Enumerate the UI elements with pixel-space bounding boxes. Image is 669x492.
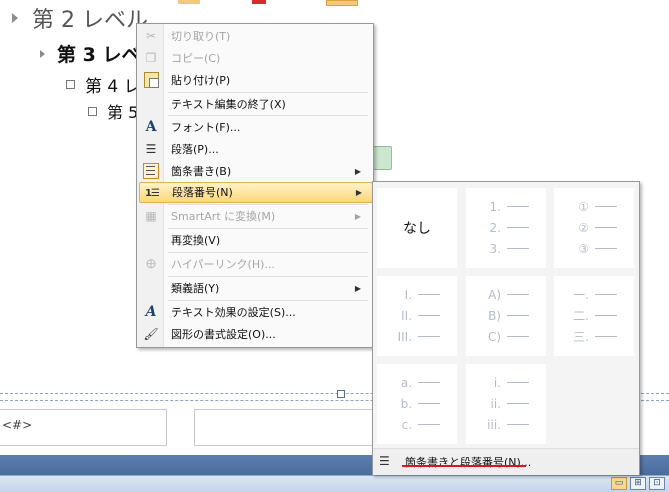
bullets-icon <box>142 162 160 180</box>
menu-separator <box>168 115 368 116</box>
menu-separator <box>168 300 368 301</box>
numbering-option-kanji[interactable]: 一. 二. 三. <box>554 276 634 356</box>
paragraph-icon: ☰ <box>145 141 157 156</box>
menu-item-reconvert[interactable]: 再変換(V) <box>139 230 371 251</box>
menu-item-paste[interactable]: 貼り付け(P) <box>139 70 371 91</box>
numbering-option-upper-alpha-paren[interactable]: A) B) C) <box>466 276 546 356</box>
menu-item-hyperlink[interactable]: 🜨 ハイパーリンク(H)... <box>139 254 371 275</box>
outline-level-3[interactable]: 第 3 レベ <box>40 40 140 67</box>
ribbon-fragment <box>252 0 266 4</box>
menu-separator <box>168 228 368 229</box>
normal-view-button[interactable]: ▭ <box>611 477 627 490</box>
bullet-triangle-icon <box>40 49 45 58</box>
numbering-option-arabic[interactable]: 1. 2. 3. <box>466 188 546 268</box>
menu-item-numbering[interactable]: 1☰ 段落番号(N) ▶ <box>139 182 373 203</box>
font-icon: A <box>145 118 157 135</box>
submenu-arrow-icon: ▶ <box>355 188 362 197</box>
ribbon-fragment <box>178 0 200 4</box>
outline-level-5-text: 第 5 <box>107 103 139 122</box>
submenu-arrow-icon: ▶ <box>354 212 361 221</box>
menu-item-paragraph[interactable]: ☰ 段落(P)... <box>139 139 371 160</box>
bullet-square-icon <box>88 106 97 116</box>
shape-format-icon: 🖌 <box>143 326 159 341</box>
numbering-option-lower-alpha[interactable]: a. b. c. <box>377 364 457 444</box>
text-effects-icon: A <box>145 303 157 320</box>
outline-level-4[interactable]: 第 4 レ <box>66 72 141 97</box>
outline-level-3-text: 第 3 レベ <box>57 44 141 66</box>
outline-level-2-text: 第 2 レベル <box>32 8 148 33</box>
slide-sorter-button[interactable]: ⊞ <box>630 477 646 490</box>
menu-item-copy[interactable]: ❐ コピー(C) <box>139 48 371 69</box>
paste-icon <box>142 71 160 89</box>
context-menu: ✂ 切り取り(T) ❐ コピー(C) 貼り付け(P) テキスト編集の終了(X) … <box>136 23 374 348</box>
annotation-underline <box>402 465 526 467</box>
smartart-hint-icon <box>372 146 392 170</box>
menu-item-text-effects[interactable]: A テキスト効果の設定(S)... <box>139 302 371 323</box>
scissors-icon: ✂ <box>145 28 157 43</box>
bullet-square-icon <box>66 80 75 89</box>
outline-level-2[interactable]: 第 2 レベル <box>12 2 148 34</box>
menu-item-cut[interactable]: ✂ 切り取り(T) <box>139 26 371 47</box>
menu-separator <box>168 276 368 277</box>
numbering-option-circled[interactable]: ① ② ③ <box>554 188 634 268</box>
bullet-triangle-icon <box>12 13 18 23</box>
menu-separator <box>168 204 368 205</box>
footer-text-box[interactable] <box>194 409 376 446</box>
ribbon-fragment <box>326 0 358 6</box>
resize-handle[interactable] <box>337 390 345 398</box>
reading-view-button[interactable]: ⊡ <box>649 477 665 490</box>
status-bar-lower <box>0 475 669 492</box>
submenu-arrow-icon: ▶ <box>354 167 361 176</box>
bullets-and-numbering-button[interactable]: ☰ 箇条書きと段落番号(N)... <box>373 448 639 475</box>
numbering-icon: 1☰ <box>145 187 160 199</box>
hyperlink-icon: 🜨 <box>145 256 157 271</box>
menu-item-shape-format[interactable]: 🖌 図形の書式設定(O)... <box>139 324 371 345</box>
numbering-option-lower-roman[interactable]: i. ii. iii. <box>466 364 546 444</box>
numbering-list-icon: ☰ <box>379 454 390 468</box>
menu-item-convert-smartart[interactable]: ▦ SmartArt に変換(M) ▶ <box>139 206 371 227</box>
menu-item-bullets[interactable]: 箇条書き(B) ▶ <box>139 161 371 182</box>
outline-level-5[interactable]: 第 5 <box>88 99 138 123</box>
copy-icon: ❐ <box>145 50 157 65</box>
submenu-arrow-icon: ▶ <box>354 284 361 293</box>
menu-item-synonyms[interactable]: 類義語(Y) ▶ <box>139 278 371 299</box>
numbering-option-upper-roman[interactable]: I. II. III. <box>377 276 457 356</box>
slide-number-placeholder: <#> <box>2 418 33 432</box>
numbering-option-none[interactable]: なし <box>377 188 457 268</box>
menu-item-font[interactable]: A フォント(F)... <box>139 117 371 138</box>
menu-separator <box>168 252 368 253</box>
smartart-icon: ▦ <box>145 208 157 223</box>
menu-item-exit-text-edit[interactable]: テキスト編集の終了(X) <box>139 94 371 115</box>
outline-level-4-text: 第 4 レ <box>85 77 141 97</box>
numbering-gallery: なし 1. 2. 3. ① ② ③ I. II. III. A) B) C) 一… <box>372 181 640 475</box>
menu-separator <box>168 92 368 93</box>
